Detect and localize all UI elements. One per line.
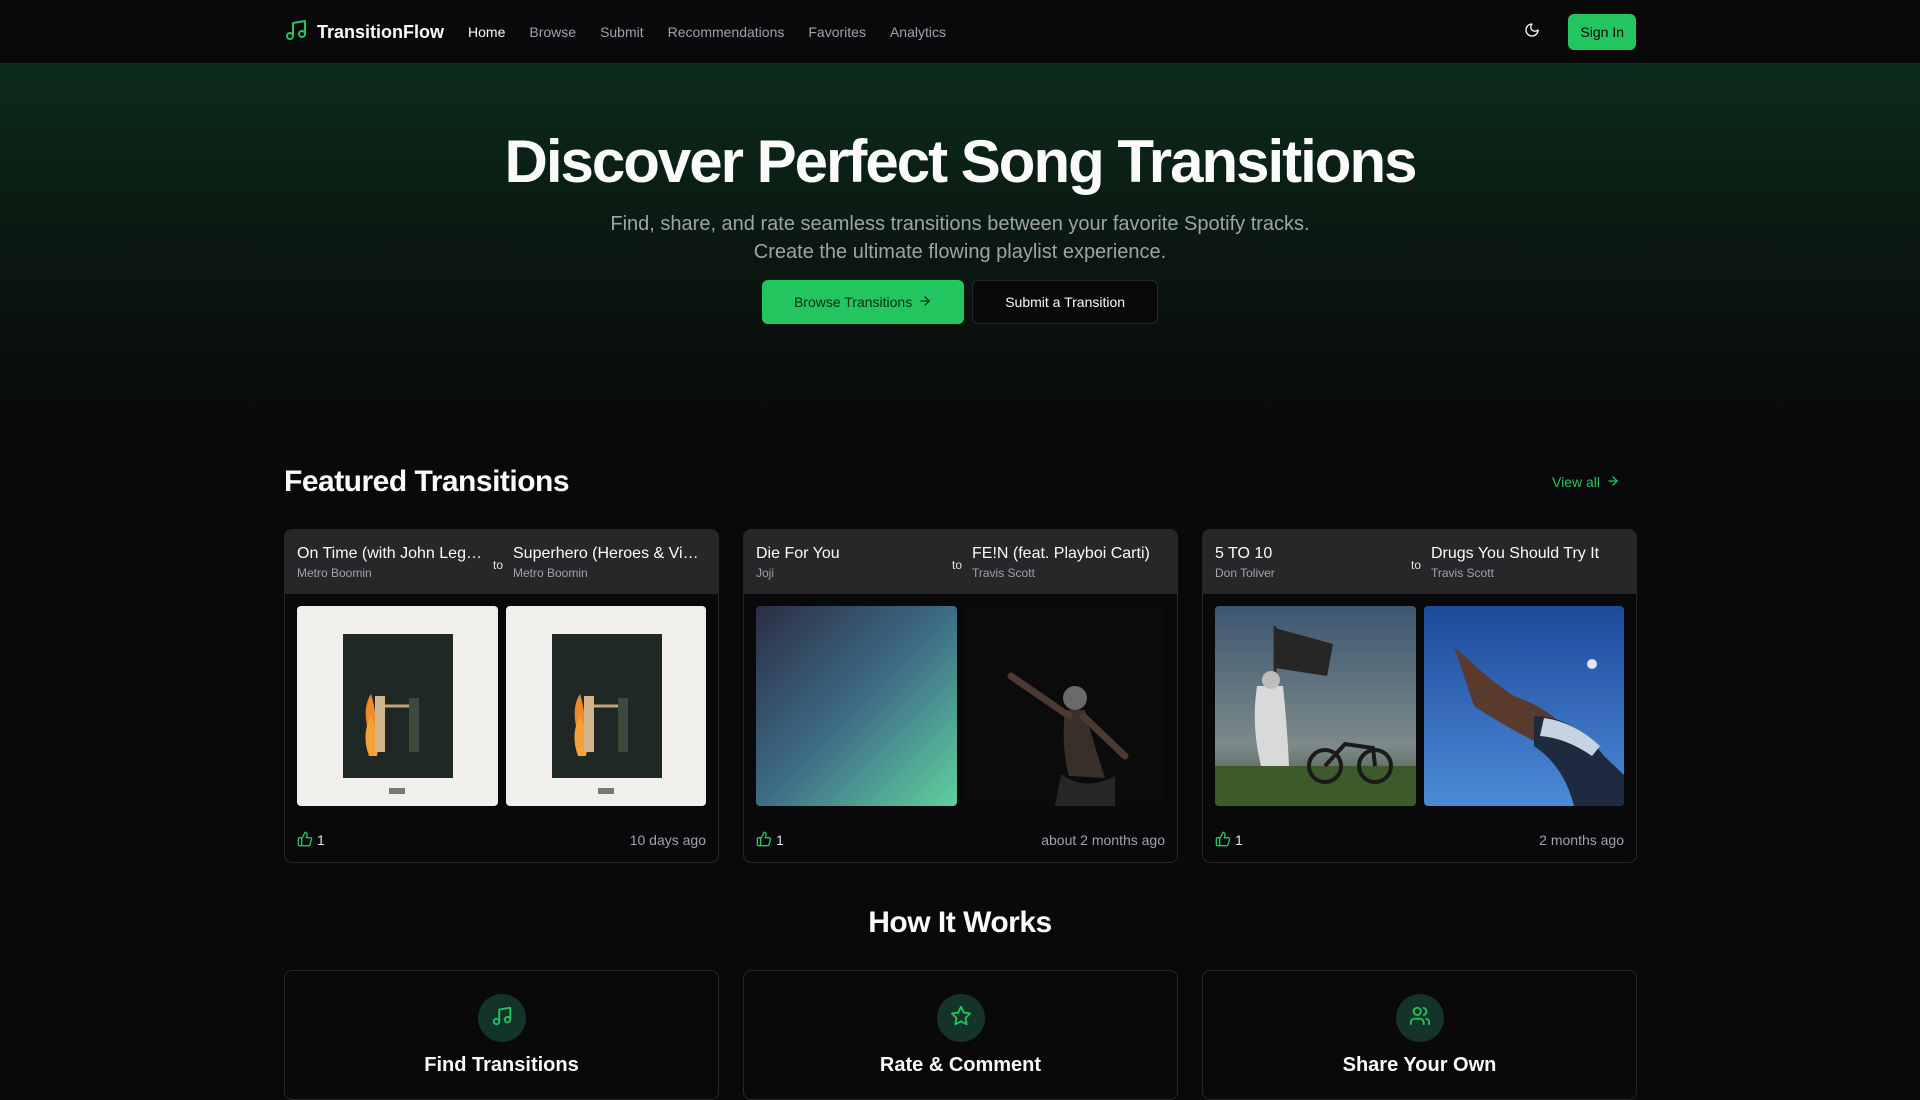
- posted-time: 10 days ago: [629, 832, 706, 848]
- track-name: FE!N (feat. Playboi Carti): [972, 544, 1150, 562]
- like-count: 1: [1235, 832, 1243, 848]
- like-count: 1: [776, 832, 784, 848]
- moon-icon: [1524, 22, 1540, 43]
- nav-link-submit[interactable]: Submit: [600, 24, 644, 40]
- view-all-label: View all: [1552, 474, 1600, 490]
- how-step-card: Find Transitions: [284, 970, 719, 1100]
- posted-time: about 2 months ago: [1041, 832, 1165, 848]
- nav-link-recommendations[interactable]: Recommendations: [668, 24, 785, 40]
- how-step-label: Find Transitions: [424, 1054, 579, 1076]
- browse-transitions-label: Browse Transitions: [793, 294, 913, 310]
- album-art: [964, 606, 1165, 806]
- arrow-right-icon: [918, 294, 932, 311]
- track-name: Die For You: [756, 544, 840, 562]
- thumbs-up-icon: [297, 831, 313, 850]
- track-name: On Time (with John Legend): [297, 544, 483, 562]
- browse-transitions-button[interactable]: Browse Transitions: [761, 280, 965, 324]
- to-label: to: [951, 558, 962, 572]
- track-artist: Metro Boomin: [297, 565, 372, 580]
- transition-card[interactable]: On Time (with John Legend) Metro Boomin …: [284, 529, 719, 863]
- how-step-label: Rate & Comment: [879, 1054, 1042, 1076]
- hero-subtitle: Find, share, and rate seamless transitio…: [610, 213, 1310, 263]
- from-track: Die For You Joji: [756, 544, 942, 581]
- nav-link-home[interactable]: Home: [468, 24, 505, 40]
- like-count: 1: [317, 832, 325, 848]
- view-all-link[interactable]: View all: [1552, 474, 1620, 491]
- to-track: Superhero (Heroes & Villains) Metro Boom…: [513, 544, 699, 581]
- hero-section: Discover Perfect Song Transitions Find, …: [0, 64, 1920, 324]
- theme-toggle-button[interactable]: [1514, 14, 1550, 50]
- track-artist: Metro Boomin: [513, 565, 588, 580]
- transition-card[interactable]: Die For You Joji to FE!N (feat. Playboi …: [743, 529, 1178, 863]
- nav-link-favorites[interactable]: Favorites: [808, 24, 866, 40]
- brand-logo[interactable]: TransitionFlow: [284, 18, 444, 47]
- music-note-icon: [491, 1005, 513, 1032]
- like-button[interactable]: 1: [756, 831, 784, 850]
- nav-link-browse[interactable]: Browse: [529, 24, 576, 40]
- how-it-works-steps: Find Transitions Rate & Comment Share Yo…: [284, 970, 1637, 1100]
- track-artist: Don Toliver: [1215, 565, 1275, 580]
- album-art: [756, 606, 957, 806]
- track-name: 5 TO 10: [1215, 544, 1273, 562]
- thumbs-up-icon: [1215, 831, 1231, 850]
- album-art: [297, 606, 498, 806]
- star-icon: [950, 1005, 972, 1032]
- album-art: [1215, 606, 1416, 806]
- to-label: to: [1410, 558, 1421, 572]
- track-name: Superhero (Heroes & Villains): [513, 544, 699, 562]
- to-track: Drugs You Should Try It Travis Scott: [1431, 544, 1617, 581]
- hero-title: Discover Perfect Song Transitions: [504, 128, 1418, 195]
- music-note-icon: [284, 18, 308, 47]
- how-step-label: Share Your Own: [1342, 1054, 1497, 1076]
- nav-link-analytics[interactable]: Analytics: [890, 24, 946, 40]
- to-track: FE!N (feat. Playboi Carti) Travis Scott: [972, 544, 1158, 581]
- how-step-card: Rate & Comment: [743, 970, 1178, 1100]
- album-art: [505, 606, 706, 806]
- featured-transitions-list: On Time (with John Legend) Metro Boomin …: [284, 529, 1637, 863]
- track-artist: Travis Scott: [1431, 565, 1494, 580]
- track-artist: Joji: [756, 565, 775, 580]
- like-button[interactable]: 1: [297, 831, 325, 850]
- top-navbar: TransitionFlow Home Browse Submit Recomm…: [0, 0, 1920, 64]
- track-name: Drugs You Should Try It: [1431, 544, 1600, 562]
- track-artist: Travis Scott: [972, 565, 1035, 580]
- album-art: [1423, 606, 1624, 806]
- how-it-works-title: How It Works: [868, 906, 1052, 939]
- from-track: On Time (with John Legend) Metro Boomin: [297, 544, 483, 581]
- featured-title: Featured Transitions: [284, 465, 570, 498]
- transition-card[interactable]: 5 TO 10 Don Toliver to Drugs You Should …: [1202, 529, 1637, 863]
- like-button[interactable]: 1: [1215, 831, 1243, 850]
- submit-transition-button[interactable]: Submit a Transition: [972, 280, 1159, 324]
- sign-in-button[interactable]: Sign In: [1568, 14, 1636, 50]
- users-icon: [1409, 1005, 1431, 1032]
- arrow-right-icon: [1606, 474, 1620, 491]
- thumbs-up-icon: [756, 831, 772, 850]
- nav-links: Home Browse Submit Recommendations Favor…: [468, 24, 946, 40]
- to-label: to: [492, 558, 503, 572]
- brand-name: TransitionFlow: [317, 21, 445, 42]
- posted-time: 2 months ago: [1539, 832, 1624, 848]
- from-track: 5 TO 10 Don Toliver: [1215, 544, 1401, 581]
- how-step-card: Share Your Own: [1202, 970, 1637, 1100]
